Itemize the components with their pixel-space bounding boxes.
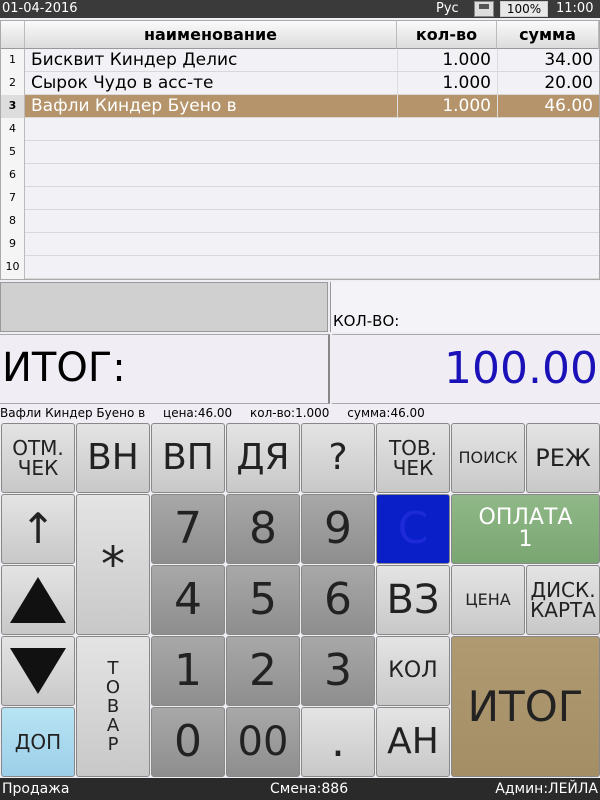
table-row[interactable]: 4 <box>1 118 599 141</box>
battery-indicator: 100% <box>500 1 548 17</box>
table-header-num <box>1 21 25 49</box>
page-up-icon[interactable] <box>1 565 75 635</box>
digit-1-button[interactable]: 1 <box>151 636 225 706</box>
table-header-name: наименование <box>25 21 397 49</box>
return-button[interactable]: ВЗ <box>376 565 450 635</box>
table-row[interactable]: 10 <box>1 256 599 279</box>
item-info-qty: кол-во:1.000 <box>250 406 330 420</box>
row-number: 8 <box>1 210 25 233</box>
mode-indicator: Продажа <box>2 781 70 797</box>
row-qty: 1.000 <box>397 72 493 94</box>
status-time: 11:00 <box>556 1 594 16</box>
table-row[interactable]: 1 Бисквит Киндер Делис 1.000 34.00 <box>1 49 599 72</box>
digit-6-button[interactable]: 6 <box>301 565 375 635</box>
row-name: Бисквит Киндер Делис <box>31 50 238 70</box>
status-date: 01-04-2016 <box>2 1 78 16</box>
qty-panel: КОЛ-ВО: <box>330 282 600 332</box>
double-zero-button[interactable]: 00 <box>226 707 300 777</box>
disk-icon <box>474 1 494 17</box>
table-row[interactable]: 8 <box>1 210 599 233</box>
page-down-icon[interactable] <box>1 636 75 706</box>
row-number: 2 <box>1 72 25 95</box>
current-item-info: Вафли Киндер Буено в цена:46.00 кол-во:1… <box>0 405 600 421</box>
vp-button[interactable]: ВП <box>151 423 225 493</box>
dya-button[interactable]: ДЯ <box>226 423 300 493</box>
payment-button[interactable]: ОПЛАТА 1 <box>451 494 600 564</box>
row-qty: 1.000 <box>397 95 493 117</box>
row-number: 9 <box>1 233 25 256</box>
receipt-table: наименование кол-во сумма 1 Бисквит Кинд… <box>0 20 600 280</box>
table-row[interactable]: 9 <box>1 233 599 256</box>
status-bar: 01-04-2016 Рус 100% 11:00 <box>0 0 600 18</box>
row-number: 1 <box>1 49 25 72</box>
total-label: ИТОГ: <box>2 345 126 391</box>
vn-button[interactable]: ВН <box>76 423 150 493</box>
total-value-panel: 100.00 <box>332 334 600 404</box>
table-row[interactable]: 6 <box>1 164 599 187</box>
table-header-sum: сумма <box>497 21 599 49</box>
table-row[interactable]: 2 Сырок Чудо в асс-те 1.000 20.00 <box>1 72 599 95</box>
price-button[interactable]: ЦЕНА <box>451 565 525 635</box>
row-name: Вафли Киндер Буено в <box>31 96 237 116</box>
row-sum: 46.00 <box>497 95 595 117</box>
row-number: 5 <box>1 141 25 164</box>
digit-8-button[interactable]: 8 <box>226 494 300 564</box>
product-button[interactable]: Т О В А Р <box>76 636 150 777</box>
total-button[interactable]: ИТОГ <box>451 636 600 777</box>
search-button[interactable]: ПОИСК <box>451 423 525 493</box>
table-row[interactable]: 5 <box>1 141 599 164</box>
digit-2-button[interactable]: 2 <box>226 636 300 706</box>
decimal-point-button[interactable]: . <box>301 707 375 777</box>
row-number: 7 <box>1 187 25 210</box>
row-name: Сырок Чудо в асс-те <box>31 73 214 93</box>
row-number: 6 <box>1 164 25 187</box>
clear-button[interactable]: С <box>376 494 450 564</box>
total-value: 100.00 <box>444 343 598 394</box>
product-button-label: Т О В А Р <box>105 658 121 755</box>
language-indicator[interactable]: Рус <box>436 1 459 16</box>
mode-button[interactable]: РЕЖ <box>526 423 600 493</box>
question-button[interactable]: ? <box>301 423 375 493</box>
qty-label: КОЛ-ВО: <box>333 312 400 330</box>
an-button[interactable]: АН <box>376 707 450 777</box>
user-indicator: Админ:ЛЕЙЛА <box>495 781 598 797</box>
cancel-check-button[interactable]: ОТМ. ЧЕК <box>1 423 75 493</box>
row-qty: 1.000 <box>397 49 493 71</box>
bottom-status-bar: Продажа Смена:886 Админ:ЛЕЙЛА <box>0 778 600 800</box>
row-number: 3 <box>1 95 25 118</box>
arrow-up-icon[interactable]: ↑ <box>1 494 75 564</box>
discount-card-button[interactable]: ДИСК. КАРТА <box>526 565 600 635</box>
row-sum: 34.00 <box>497 49 595 71</box>
item-info-name: Вафли Киндер Буено в <box>0 406 146 420</box>
item-info-sum: сумма:46.00 <box>347 406 425 420</box>
digit-5-button[interactable]: 5 <box>226 565 300 635</box>
row-sum: 20.00 <box>497 72 595 94</box>
shift-indicator: Смена:886 <box>270 781 349 797</box>
row-number: 10 <box>1 256 25 279</box>
dop-button[interactable]: ДОП <box>1 707 75 777</box>
row-number: 4 <box>1 118 25 141</box>
digit-4-button[interactable]: 4 <box>151 565 225 635</box>
total-label-panel: ИТОГ: <box>0 334 330 404</box>
digit-9-button[interactable]: 9 <box>301 494 375 564</box>
qty-button[interactable]: КОЛ <box>376 636 450 706</box>
digit-0-button[interactable]: 0 <box>151 707 225 777</box>
multiply-button[interactable]: * <box>76 494 150 635</box>
digit-3-button[interactable]: 3 <box>301 636 375 706</box>
item-info-price: цена:46.00 <box>163 406 233 420</box>
table-header-qty: кол-во <box>397 21 497 49</box>
tov-check-button[interactable]: ТОВ. ЧЕК <box>376 423 450 493</box>
digit-7-button[interactable]: 7 <box>151 494 225 564</box>
table-row[interactable]: 7 <box>1 187 599 210</box>
barcode-input[interactable] <box>0 282 328 332</box>
table-row-selected[interactable]: 3 Вафли Киндер Буено в 1.000 46.00 <box>1 95 599 118</box>
